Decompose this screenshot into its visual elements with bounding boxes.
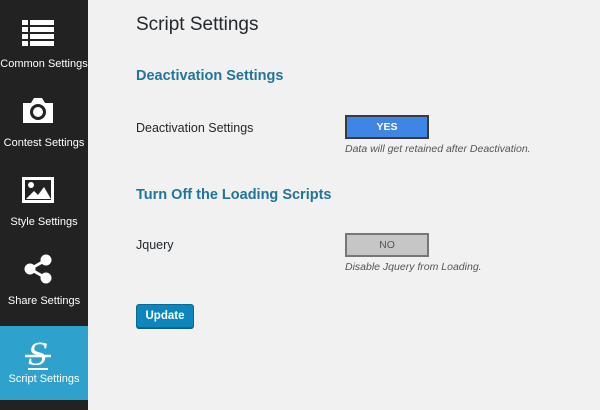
section-title-loading-scripts: Turn Off the Loading Scripts (136, 187, 332, 203)
image-icon (22, 177, 54, 203)
sidebar-item-label: Style Settings (10, 216, 78, 228)
sidebar-item-contest-settings[interactable]: Contest Settings (0, 79, 88, 158)
update-button[interactable]: Update (136, 304, 194, 328)
camera-icon (23, 98, 53, 123)
share-icon (24, 254, 52, 284)
jquery-help-text: Disable Jquery from Loading. (345, 261, 482, 273)
sidebar-item-label: Script Settings (8, 373, 80, 385)
field-label-deactivation: Deactivation Settings (136, 121, 254, 135)
section-title-deactivation: Deactivation Settings (136, 68, 284, 84)
sidebar-item-label: Share Settings (7, 295, 81, 307)
sidebar-item-common-settings[interactable]: Common Settings (0, 0, 88, 79)
script-s-icon: S (25, 338, 51, 372)
sidebar: Common Settings Contest Settings Style S… (0, 0, 88, 410)
sidebar-item-share-settings[interactable]: Share Settings (0, 237, 88, 316)
page-title: Script Settings (136, 14, 259, 35)
sidebar-item-label: Common Settings (0, 58, 88, 70)
jquery-toggle[interactable]: NO (345, 233, 429, 257)
field-label-jquery: Jquery (136, 238, 174, 252)
sidebar-item-label: Contest Settings (3, 137, 85, 149)
list-icon (22, 20, 54, 46)
deactivation-toggle[interactable]: YES (345, 115, 429, 139)
main-content: Script Settings Deactivation Settings De… (88, 0, 600, 410)
sidebar-item-script-settings[interactable]: S Script Settings (0, 326, 88, 400)
deactivation-help-text: Data will get retained after Deactivatio… (345, 143, 531, 155)
sidebar-item-style-settings[interactable]: Style Settings (0, 158, 88, 237)
